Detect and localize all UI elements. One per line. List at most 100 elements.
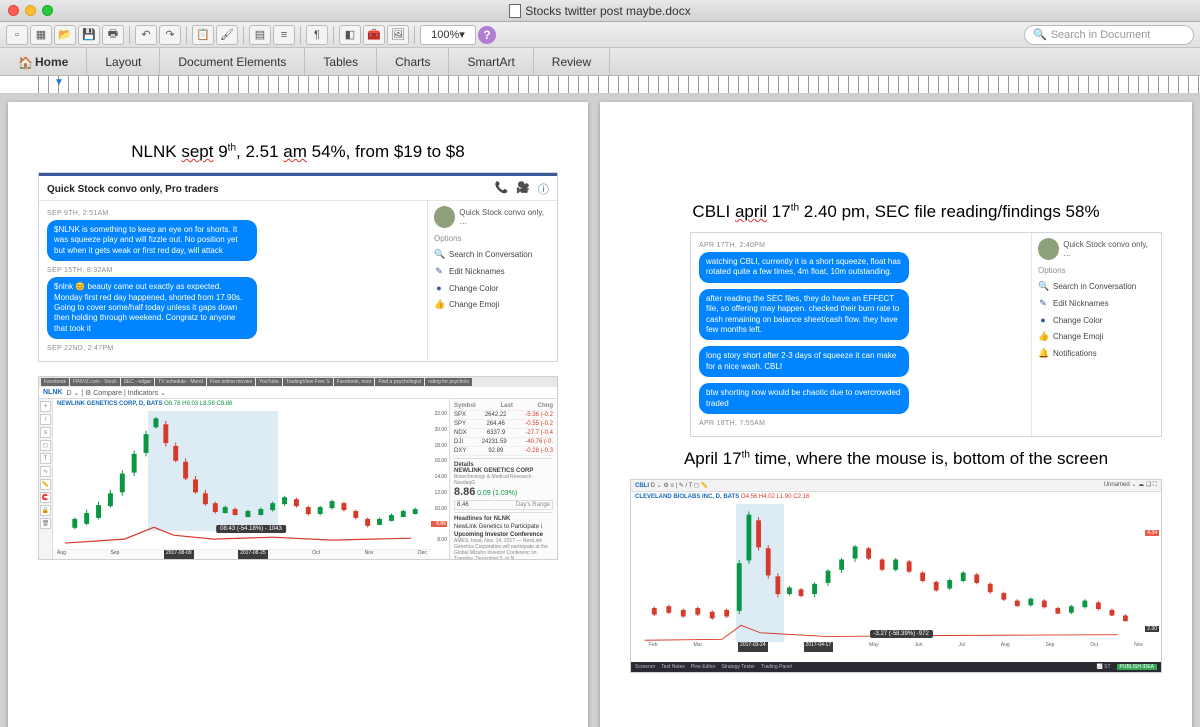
fib-tool: ≡ [40,427,51,438]
chat-header: Quick Stock convo only, Pro traders 📞 🎥 … [39,176,557,201]
chat-messages: APR 17TH, 2:40PM watching CBLI, currentl… [691,233,1031,436]
browser-tab: Find a psychologist [375,378,424,386]
color-icon: ● [1038,315,1048,325]
drawing-toolbar: + / ≡ ◻ T ∿ 📏 🧲 🔒 🗑 [39,399,53,559]
minimize-window-button[interactable] [25,5,36,16]
line-tool: / [40,414,51,425]
show-nonprinting-button[interactable]: ¶ [306,25,328,45]
toolbox-button[interactable]: 🧰 [363,25,385,45]
page-2: CBLI april 17th 2.40 pm, SEC file readin… [600,102,1192,727]
print-button[interactable]: 🖶 [102,25,124,45]
redo-button[interactable]: ↷ [159,25,181,45]
chat-bubble: after reading the SEC files, they do hav… [699,289,909,341]
axis-price-lo: 2.30 [1145,626,1159,632]
watchlist-panel: SymbolLastChng SPX2642.22-5.36 (-0.2 SPY… [449,399,557,559]
help-button[interactable]: ? [478,26,496,44]
search-icon: 🔍 [434,249,444,260]
zoom-dropdown[interactable]: 100% ▾ [420,25,476,45]
avatar [434,206,455,228]
text-tool: T [40,453,51,464]
magnet-tool: 🧲 [40,492,51,503]
tab-home[interactable]: 🏠Home [0,48,87,75]
messenger-screenshot-2: APR 17TH, 2:40PM watching CBLI, currentl… [690,232,1162,437]
chart-plot-area: CLEVELAND BIOLABS INC, D, BATS O4.56 H4.… [631,492,1161,662]
document-canvas[interactable]: NLNK sept 9th, 2.51 am 54%, from $19 to … [0,94,1200,727]
time-axis: Aug Sep 2017-08-09 2017-08-25 Oct Nov De… [53,549,431,559]
video-icon: 🎥 [516,181,530,197]
phone-icon: 📞 [495,181,509,197]
chart-measure-tag: 08:43 (-54.18%) - 1043 [216,525,286,533]
tradingview-screenshot-1: Facebook FINVIZ.com - Stock SEC - edgar … [38,376,558,560]
chat-bubble: $nlnk 😊 beauty came out exactly as expec… [47,277,257,339]
window-title-text: Stocks twitter post maybe.docx [525,4,690,18]
tab-document-elements[interactable]: Document Elements [160,48,305,75]
save-button[interactable]: 💾 [78,25,100,45]
browser-tab: SEC - edgar [121,378,155,386]
horizontal-ruler[interactable]: ▼ [0,76,1200,94]
chat-bubble: watching CBLI, currently it is a short s… [699,252,909,283]
browser-tab: rating for psycholo [425,378,472,386]
trash-tool: 🗑 [40,518,51,529]
chat-header-icons: 📞 🎥 ⓘ [495,181,549,197]
pencil-icon: ✎ [1038,298,1048,309]
search-placeholder: Search in Document [1051,29,1151,41]
chart-toolbar: CBLI D ⌄ ⚙ ≡ | ✎ / T ◻ 📏 Unnamed ⌄ ☁ ❏ ⛶ [631,480,1161,492]
indent-marker[interactable]: ▼ [54,77,64,88]
browser-tab: YouTube [256,378,282,386]
close-window-button[interactable] [8,5,19,16]
media-button[interactable]: 🖼 [387,25,409,45]
chat-bubble: btw shorting now would be chaotic due to… [699,383,909,414]
lock-tool: 🔒 [40,505,51,516]
page-1: NLNK sept 9th, 2.51 am 54%, from $19 to … [8,102,588,727]
browser-tab: FINVIZ.com - Stock [70,378,120,386]
browser-tab: TradingView Free S [283,378,333,386]
browser-tab: Facebook [41,378,69,386]
undo-button[interactable]: ↶ [135,25,157,45]
chart-toolbar: NLNK D ⌄ | ⚙ Compare | Indicators ⌄ [39,387,557,399]
tables-button[interactable]: ▤ [249,25,271,45]
chart-footer: Screener Text Notes Pine Editor Strategy… [631,662,1161,672]
ruler-tool: 📏 [40,479,51,490]
search-icon: 🔍 [1038,281,1048,292]
tab-review[interactable]: Review [534,48,610,75]
mac-titlebar: Stocks twitter post maybe.docx [0,0,1200,22]
chat-side-panel: Quick Stock convo only, … Options 🔍Searc… [1031,233,1161,436]
format-painter-button[interactable]: 🖌 [216,25,238,45]
price-axis: 22.00 20.00 18.00 16.00 14.00 12.00 10.0… [431,411,449,543]
paste-button[interactable]: 📋 [192,25,214,45]
ruler-ticks [38,76,1200,93]
cursor-tool: + [40,401,51,412]
chat-bubble: $NLNK is something to keep an eye on for… [47,220,257,261]
document-icon [509,4,521,18]
messenger-screenshot-1: Quick Stock convo only, Pro traders 📞 🎥 … [38,172,558,362]
columns-button[interactable]: ≡ [273,25,295,45]
traffic-lights [8,5,53,16]
open-button[interactable]: 📂 [54,25,76,45]
search-in-document[interactable]: 🔍 Search in Document [1024,25,1194,45]
window-title: Stocks twitter post maybe.docx [0,4,1200,18]
chat-messages: SEP 9TH, 2:51AM $NLNK is something to ke… [39,201,427,361]
browser-tab: Free online movies [207,378,255,386]
standard-toolbar: ▫ ▦ 📂 💾 🖶 ↶ ↷ 📋 🖌 ▤ ≡ ¶ ◧ 🧰 🖼 100% ▾ ? 🔍… [0,22,1200,48]
info-icon: ⓘ [538,181,549,197]
tab-charts[interactable]: Charts [377,48,449,75]
tab-tables[interactable]: Tables [305,48,377,75]
zoom-window-button[interactable] [42,5,53,16]
new-doc-button[interactable]: ▫ [6,25,28,45]
tab-layout[interactable]: Layout [87,48,160,75]
thumb-icon: 👍 [1038,331,1048,342]
shape-tool: ◻ [40,440,51,451]
templates-button[interactable]: ▦ [30,25,52,45]
ribbon-tabs: 🏠Home Layout Document Elements Tables Ch… [0,48,1200,76]
page2-headline: CBLI april 17th 2.40 pm, SEC file readin… [630,202,1162,222]
time-axis: Feb Mar 2017-03-24 2017-04-17 May Jun Ju… [631,642,1161,652]
chart-measure-tag: -3.27 (-58.39%) -972 [870,630,933,638]
tab-smartart[interactable]: SmartArt [449,48,533,75]
chat-side-panel: Quick Stock convo only, … Options 🔍Searc… [427,201,557,361]
browser-tab: TV schedule - Mond [155,378,206,386]
sidebar-toggle-button[interactable]: ◧ [339,25,361,45]
chat-bubble: long story short after 2-3 days of squee… [699,346,909,377]
thumb-icon: 👍 [434,299,444,310]
browser-tab: Facebook, noor [334,378,375,386]
pencil-icon: ✎ [434,266,444,277]
